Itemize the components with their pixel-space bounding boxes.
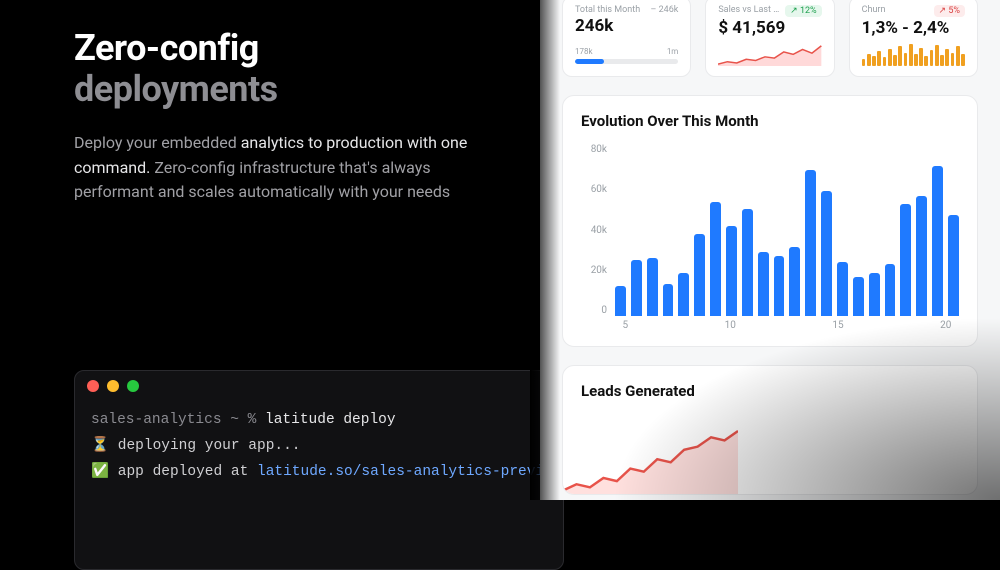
y-tick: 80k [581, 144, 607, 155]
sparkbar [904, 53, 908, 66]
bar [615, 286, 626, 316]
bars-area [615, 144, 959, 316]
bar [821, 191, 832, 316]
terminal-prompt-line: sales-analytics ~ % latitude deploy [91, 407, 547, 433]
evolution-chart-card: Evolution Over This Month 80k 60k 40k 20k 0 … [562, 95, 978, 347]
sparkbar [945, 49, 949, 66]
bar [916, 196, 927, 316]
dashboard-panel: Total this Month – 246k 246k 178k 1m Sal… [540, 0, 1000, 500]
sparkbar [956, 46, 960, 66]
check-icon: ✅ [91, 464, 109, 480]
bar [837, 262, 848, 316]
sparkbar [898, 46, 902, 66]
terminal-body: sales-analytics ~ % latitude deploy ⏳ de… [75, 401, 563, 485]
bar [678, 273, 689, 316]
area-chart [563, 424, 738, 494]
terminal-window: sales-analytics ~ % latitude deploy ⏳ de… [74, 370, 564, 570]
terminal-command: latitude deploy [265, 412, 396, 428]
hero-title: Zero-config deployments [74, 28, 494, 111]
sparkbar-chart [862, 44, 965, 66]
y-tick: 20k [581, 265, 607, 276]
metric-delta: – 246k [650, 5, 678, 15]
sparkbar [883, 57, 887, 66]
bar [948, 215, 959, 316]
chart-title: Leads Generated [581, 382, 959, 400]
metric-card-churn: Churn ↗ 5% 1,3% - 2,4% [849, 0, 978, 77]
close-icon[interactable] [87, 380, 99, 392]
sparkbar [940, 55, 944, 66]
sparkline-chart [718, 44, 821, 66]
metric-card-total: Total this Month – 246k 246k 178k 1m [562, 0, 691, 77]
x-tick: 5 [623, 320, 629, 334]
hourglass-icon: ⏳ [91, 438, 109, 454]
x-axis: 5 10 15 20 [615, 320, 959, 334]
bar [647, 258, 658, 316]
leads-chart-card: Leads Generated [562, 365, 978, 495]
hero-section: Zero-config deployments Deploy your embe… [74, 28, 494, 205]
bar [885, 264, 896, 316]
metric-value: 1,3% - 2,4% [862, 18, 965, 38]
bar [869, 273, 880, 316]
sparkbar [888, 49, 892, 66]
metric-card-sales: Sales vs Last Month ↗ 12% $ 41,569 [705, 0, 834, 77]
y-tick: 0 [581, 305, 607, 316]
hero-description: Deploy your embedded analytics to produc… [74, 131, 494, 205]
deploy-url-link[interactable]: latitude.so/sales-analytics-preview [257, 464, 562, 480]
terminal-prompt-path: sales-analytics ~ % [91, 412, 265, 428]
bar [774, 256, 785, 316]
sparkbar [919, 48, 923, 66]
minimize-icon[interactable] [107, 380, 119, 392]
sparkbar [930, 50, 934, 66]
y-tick: 60k [581, 184, 607, 195]
bar [663, 284, 674, 316]
chart-title: Evolution Over This Month [581, 112, 959, 130]
sparkbar [867, 54, 871, 66]
metric-value: $ 41,569 [718, 18, 821, 38]
x-tick: 20 [940, 320, 951, 334]
sparkbar [924, 56, 928, 66]
trend-up-badge: ↗ 12% [785, 5, 821, 17]
sparkbar [935, 45, 939, 66]
progress-bar: 178k 1m [575, 47, 678, 64]
bar [853, 277, 864, 316]
terminal-output-line: ✅ app deployed at latitude.so/sales-anal… [91, 459, 547, 485]
bar [726, 226, 737, 316]
x-tick: 15 [832, 320, 843, 334]
sparkbar [914, 54, 918, 66]
metric-label: Churn [862, 5, 886, 15]
maximize-icon[interactable] [127, 380, 139, 392]
bar [932, 166, 943, 317]
bar [710, 202, 721, 316]
bar [631, 260, 642, 316]
metric-value: 246k [575, 16, 678, 36]
x-tick: 10 [725, 320, 736, 334]
sparkbar [909, 44, 913, 66]
trend-down-badge: ↗ 5% [934, 5, 965, 17]
bar [758, 252, 769, 317]
bar [900, 204, 911, 316]
bar [789, 247, 800, 316]
bar [694, 234, 705, 316]
sparkbar [877, 51, 881, 66]
sparkbar [951, 53, 955, 66]
hero-title-line2: deployments [74, 68, 278, 110]
sparkbar [893, 55, 897, 66]
bar [805, 170, 816, 316]
metric-label: Total this Month [575, 5, 640, 15]
y-axis: 80k 60k 40k 20k 0 [581, 144, 611, 316]
bar [742, 209, 753, 317]
bar-chart: 80k 60k 40k 20k 0 5 10 15 20 [581, 144, 959, 334]
metric-label: Sales vs Last Month [718, 5, 785, 15]
hero-title-line1: Zero-config [74, 27, 259, 69]
terminal-output-line: ⏳ deploying your app... [91, 433, 547, 459]
sparkbar [961, 54, 965, 66]
y-tick: 40k [581, 225, 607, 236]
sparkbar [862, 59, 866, 66]
terminal-titlebar [75, 371, 563, 401]
sparkbar [872, 56, 876, 66]
metrics-row: Total this Month – 246k 246k 178k 1m Sal… [562, 0, 978, 77]
